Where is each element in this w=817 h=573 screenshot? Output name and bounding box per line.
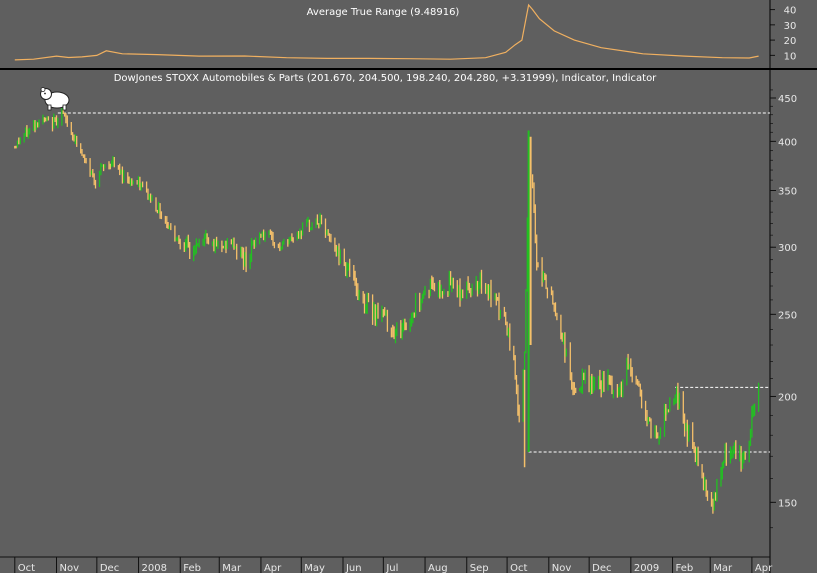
- x-tick-label: Oct: [510, 563, 527, 573]
- atr-y-axis: 10 20 30 40: [770, 6, 797, 62]
- x-tick-label: 2008: [142, 563, 167, 573]
- bear-icon: [40, 87, 70, 111]
- x-tick-label: Nov: [59, 563, 79, 573]
- main-chart-title: DowJones STOXX Automobiles & Parts (201.…: [114, 73, 657, 84]
- x-tick-label: Mar: [222, 563, 242, 573]
- x-tick-label: Sep: [470, 563, 489, 573]
- x-tick-label: Nov: [552, 563, 572, 573]
- atr-tick-label: 40: [784, 6, 797, 17]
- atr-tick-label: 20: [784, 36, 797, 47]
- x-tick-label: Jun: [345, 563, 362, 573]
- x-tick-label: Aug: [428, 563, 448, 573]
- price-tick-label: 200: [778, 392, 797, 403]
- chart-root: Average True Range (9.48916) 10 20 30 40 Do…: [0, 0, 817, 573]
- price-bars: [14, 107, 760, 514]
- x-tick-label: Dec: [592, 563, 611, 573]
- level-lines: [57, 112, 770, 453]
- x-tick-label: Jul: [385, 563, 398, 573]
- chart-canvas: Average True Range (9.48916) 10 20 30 40 Do…: [0, 0, 817, 573]
- price-tick-label: 400: [778, 137, 797, 148]
- price-tick-label: 450: [778, 94, 797, 105]
- x-tick-label: Oct: [18, 563, 35, 573]
- x-tick-label: Dec: [100, 563, 119, 573]
- atr-title: Average True Range (9.48916): [307, 7, 460, 18]
- x-tick-label: Mar: [713, 563, 733, 573]
- x-tick-label: Apr: [264, 563, 282, 573]
- price-tick-label: 350: [778, 186, 797, 197]
- price-tick-label: 300: [778, 243, 797, 254]
- x-tick-label: Apr: [755, 563, 773, 573]
- atr-tick-label: 30: [784, 21, 797, 32]
- x-tick-label: 2009: [634, 563, 659, 573]
- x-tick-label: May: [304, 563, 325, 573]
- x-tick-label: Feb: [676, 563, 694, 573]
- price-tick-label: 150: [778, 498, 797, 509]
- price-y-axis: 150 200 250 300 350 400 450: [770, 89, 797, 529]
- x-tick-label: Feb: [183, 563, 201, 573]
- price-tick-label: 250: [778, 310, 797, 321]
- time-x-axis: Oct Nov Dec 2008 Feb Mar Apr May Jun Jul Aug Sep Oct…: [0, 556, 773, 573]
- atr-tick-label: 10: [784, 51, 797, 62]
